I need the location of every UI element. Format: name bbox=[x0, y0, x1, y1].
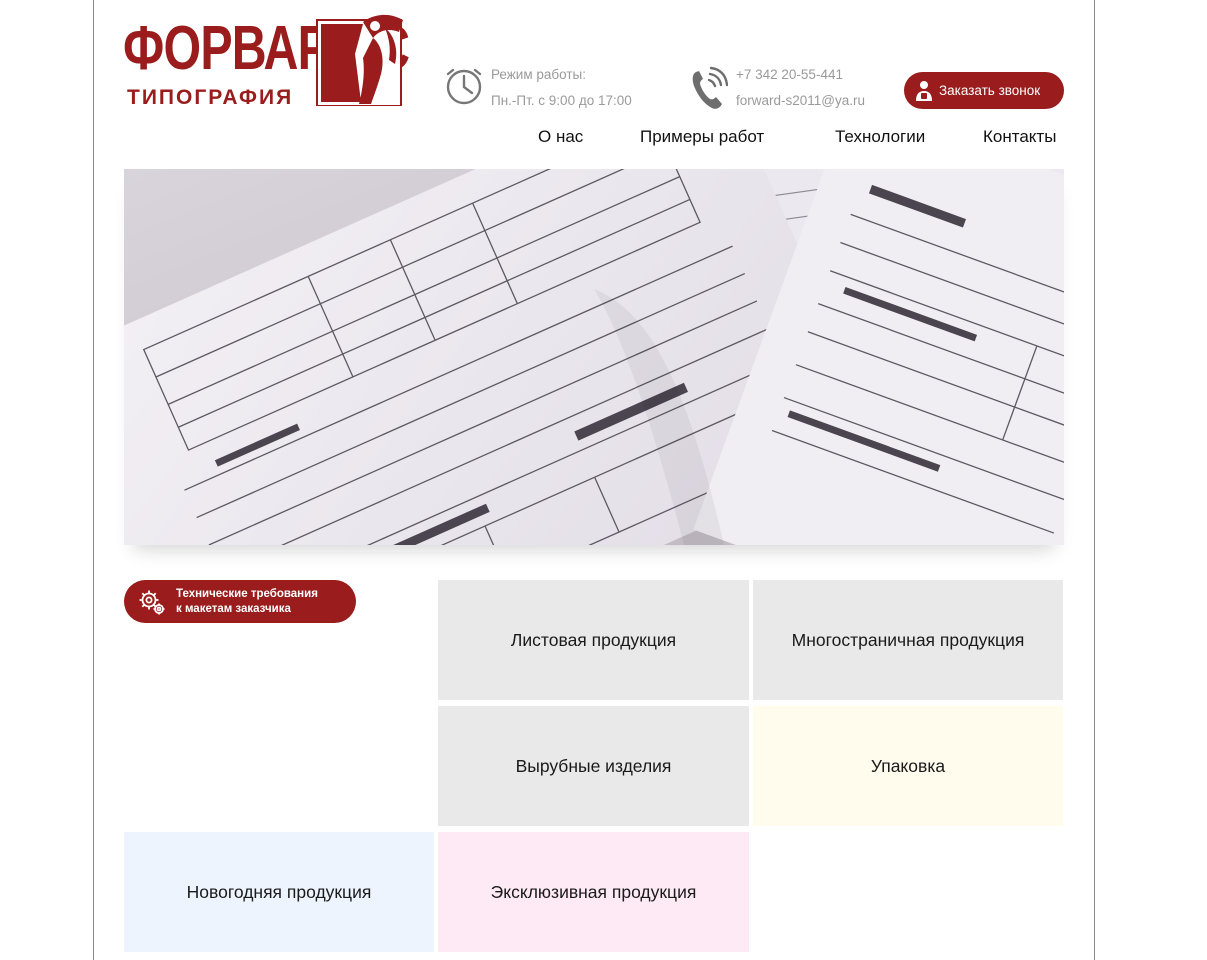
contact-phone[interactable]: +7 342 20-55-441 bbox=[736, 67, 843, 82]
product-tile-exclusive[interactable]: Эксклюзивная продукция bbox=[438, 832, 749, 952]
product-tile-multipage[interactable]: Многостраничная продукция bbox=[753, 580, 1063, 700]
nav-item-contacts[interactable]: Контакты bbox=[983, 127, 1056, 147]
tech-requirements-line2: к макетам заказчика bbox=[176, 602, 291, 615]
product-tile-packaging[interactable]: Упаковка bbox=[753, 706, 1063, 826]
page-border-left bbox=[93, 0, 94, 960]
tech-requirements-button[interactable]: Технические требования к макетам заказчи… bbox=[124, 580, 356, 623]
page-border-right bbox=[1094, 0, 1095, 960]
tech-requirements-line1: Технические требования bbox=[176, 587, 318, 600]
gears-icon bbox=[139, 590, 165, 614]
phone-icon bbox=[692, 66, 728, 109]
printed-receipt-forms-photo bbox=[124, 169, 1064, 545]
product-tile-diecut[interactable]: Вырубные изделия bbox=[438, 706, 749, 826]
contact-email[interactable]: forward-s2011@ya.ru bbox=[736, 93, 865, 108]
hero-image bbox=[124, 169, 1064, 545]
site-logo[interactable]: ФОРВАРД·С ТИПОГРАФИЯ bbox=[123, 14, 410, 109]
callback-button-label: Заказать звонок bbox=[939, 83, 1041, 98]
callback-button[interactable]: Заказать звонок bbox=[904, 72, 1064, 109]
winged-figure-icon bbox=[316, 14, 403, 106]
nav-item-technologies[interactable]: Технологии bbox=[835, 127, 925, 147]
hours-value: Пн.-Пт. с 9:00 до 17:00 bbox=[491, 93, 632, 108]
person-phone-icon bbox=[916, 80, 932, 101]
clock-icon bbox=[446, 68, 482, 105]
logo-subtitle: ТИПОГРАФИЯ bbox=[127, 86, 294, 109]
nav-item-portfolio[interactable]: Примеры работ bbox=[640, 127, 764, 147]
tech-requirements-label: Технические требования к макетам заказчи… bbox=[176, 587, 346, 617]
product-tile-sheet[interactable]: Листовая продукция bbox=[438, 580, 749, 700]
nav-item-about[interactable]: О нас bbox=[538, 127, 583, 147]
hours-label: Режим работы: bbox=[491, 67, 586, 82]
product-tile-newyear[interactable]: Новогодняя продукция bbox=[124, 832, 434, 952]
